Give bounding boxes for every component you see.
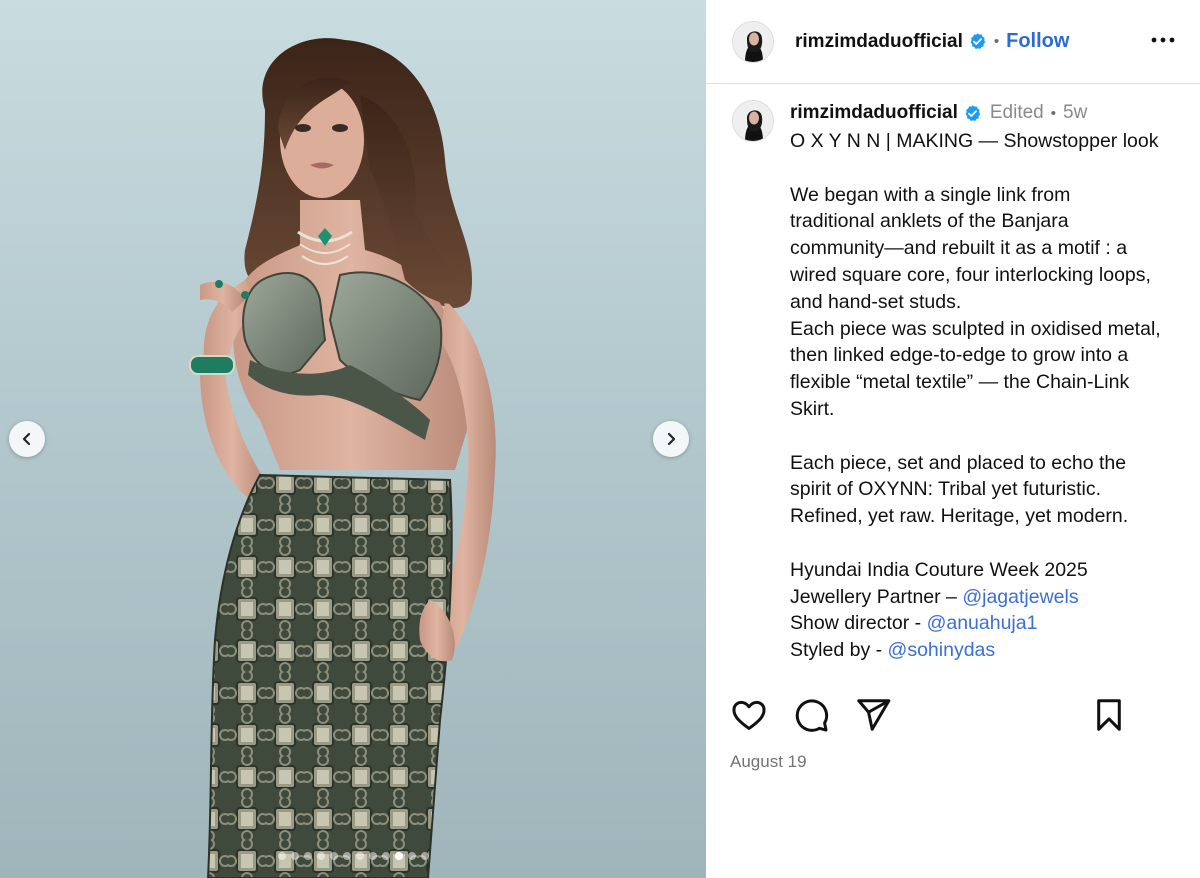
carousel-dot xyxy=(342,852,351,860)
carousel-dot xyxy=(329,852,338,860)
chevron-left-icon xyxy=(22,432,31,446)
carousel-dot xyxy=(381,852,390,860)
post-date[interactable]: August 19 xyxy=(730,752,807,772)
verified-badge-icon xyxy=(963,104,982,123)
mention-link[interactable]: @sohinydas xyxy=(888,639,996,661)
author-username[interactable]: rimzimdaduofficial xyxy=(795,31,963,53)
caption-section: rimzimdaduofficial Edited • 5w O X Y N N… xyxy=(706,84,1200,684)
caption-avatar[interactable] xyxy=(732,100,774,142)
mention-link[interactable]: @jagatjewels xyxy=(962,586,1078,608)
caption-line: flexible “metal textile” — the Chain-Lin… xyxy=(790,371,1130,394)
comment-button[interactable] xyxy=(792,696,830,739)
carousel-dot xyxy=(290,852,299,860)
caption-paragraph: We began with a single link from traditio… xyxy=(790,182,1190,423)
post-media xyxy=(0,0,706,878)
separator-dot: • xyxy=(993,33,1000,50)
edited-label: Edited xyxy=(989,102,1044,123)
avatar[interactable] xyxy=(732,20,774,63)
caption-line: community—and rebuilt it as a motif : a xyxy=(790,237,1128,260)
caption-event: Hyundai India Couture Week 2025 xyxy=(790,558,1088,581)
like-button[interactable] xyxy=(730,696,768,739)
caption-line: Each piece, set and placed to echo the xyxy=(790,451,1127,474)
caption-header: rimzimdaduofficial Edited • 5w xyxy=(790,102,1087,124)
caption-line: We began with a single link from xyxy=(790,183,1071,206)
follow-button[interactable]: Follow xyxy=(1006,30,1069,53)
carousel-indicator xyxy=(0,852,706,860)
carousel-next-button[interactable] xyxy=(653,421,689,457)
caption-line: then linked edge-to-edge to grow into a xyxy=(790,344,1129,367)
credit-label: Show director - xyxy=(790,612,927,635)
heart-icon xyxy=(732,700,766,730)
carousel-dot xyxy=(303,852,312,860)
action-bar xyxy=(730,696,1180,736)
caption-line: spirit of OXYNN: Tribal yet futuristic. xyxy=(790,478,1102,501)
more-horizontal-icon xyxy=(1151,37,1175,43)
share-icon xyxy=(857,699,891,731)
chevron-right-icon xyxy=(667,432,676,446)
caption-username[interactable]: rimzimdaduofficial xyxy=(790,102,958,124)
carousel-prev-button[interactable] xyxy=(9,421,45,457)
credit-label: Jewellery Partner – xyxy=(790,585,963,608)
post-sidebar: rimzimdaduofficial • Follow rimzimdaduof… xyxy=(706,0,1200,878)
caption-line: wired square core, four interlocking loo… xyxy=(790,263,1151,286)
post-photo xyxy=(189,38,496,878)
caption-paragraph: Each piece, set and placed to echo the sp… xyxy=(790,450,1190,530)
caption-line: Each piece was sculpted in oxidised meta… xyxy=(790,317,1161,340)
more-options-button[interactable] xyxy=(1150,28,1176,57)
post-header: rimzimdaduofficial • Follow xyxy=(706,0,1200,84)
mention-link[interactable]: @anuahuja1 xyxy=(927,612,1038,634)
comment-icon xyxy=(795,699,829,732)
caption-line: Skirt. xyxy=(790,397,835,420)
carousel-dot xyxy=(368,852,377,860)
carousel-dot xyxy=(277,852,286,860)
carousel-dot xyxy=(355,852,364,860)
share-button[interactable] xyxy=(854,696,892,739)
caption-line: traditional anklets of the Banjara xyxy=(790,210,1069,233)
carousel-dot xyxy=(394,852,403,860)
post-age[interactable]: 5w xyxy=(1063,102,1087,124)
save-button[interactable] xyxy=(1090,696,1128,739)
caption-line: Refined, yet raw. Heritage, yet modern. xyxy=(790,505,1129,528)
caption-line: and hand-set studs. xyxy=(790,290,962,313)
carousel-dot xyxy=(407,852,416,860)
separator-dot: • xyxy=(1050,104,1056,122)
bookmark-icon xyxy=(1097,699,1121,731)
carousel-dot xyxy=(316,852,325,860)
caption-credit-line: Jewellery Partner – @jagatjewels xyxy=(790,584,1190,611)
carousel-dot xyxy=(420,852,429,860)
credit-label: Styled by - xyxy=(790,639,888,662)
caption-credit-line: Styled by - @sohinydas xyxy=(790,637,1190,664)
caption-credit-line: Show director - @anuahuja1 xyxy=(790,610,1190,637)
verified-badge-icon xyxy=(968,32,987,51)
caption-title: O X Y N N | MAKING — Showstopper look xyxy=(790,130,1159,152)
caption-text: O X Y N N | MAKING — Showstopper look We… xyxy=(790,128,1190,664)
